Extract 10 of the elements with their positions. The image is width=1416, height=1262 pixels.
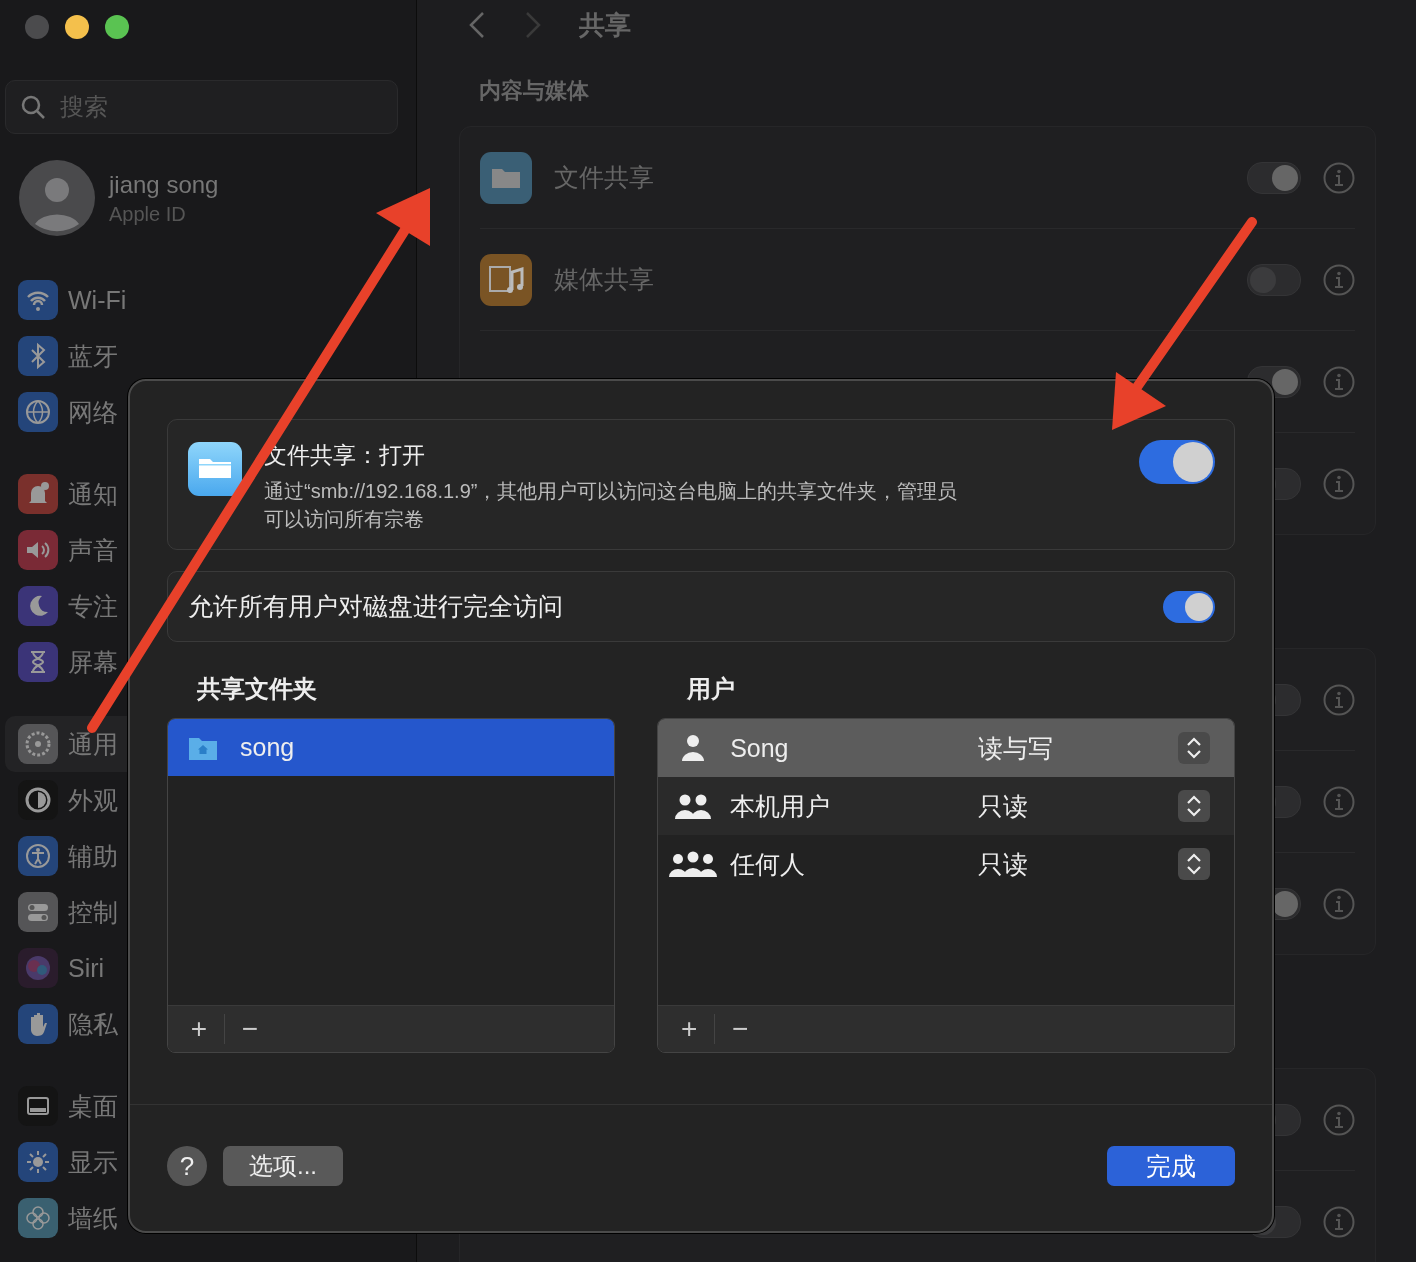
account-name: jiang song: [109, 170, 219, 199]
account-subtitle: Apple ID: [109, 202, 187, 226]
list-heading: 共享文件夹: [197, 674, 318, 704]
setting-label: 允许所有用户对磁盘进行完全访问: [188, 591, 563, 622]
page-title: 共享: [579, 8, 631, 42]
service-label: 文件共享: [554, 162, 655, 193]
list-heading: 用户: [687, 674, 737, 704]
section-heading: 内容与媒体: [479, 77, 590, 105]
service-description: 通过“smb://192.168.1.9”，其他用户可以访问这台电脑上的共享文件夹，管理员可以访问所有宗卷: [264, 479, 959, 532]
service-label: 媒体共享: [554, 264, 655, 295]
